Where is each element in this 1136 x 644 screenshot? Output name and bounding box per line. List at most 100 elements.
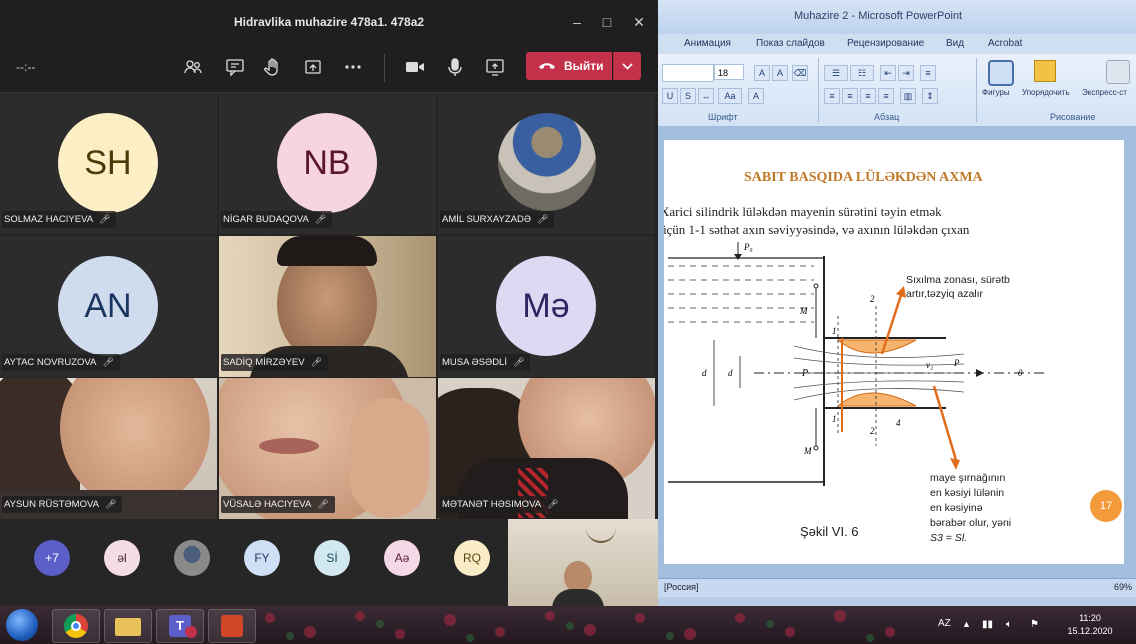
status-language[interactable]: [Россия] [664,582,699,592]
label-p-left: P [801,368,808,379]
microphone-icon[interactable] [444,56,466,78]
close-icon[interactable]: ✕ [628,12,650,32]
mic-off-icon: 🎤︎ [314,214,327,224]
share-screen-icon[interactable] [484,56,506,78]
windows-taskbar: T AZ ▲ ▮▮ 🔈︎ ⚑ 11:20 15.12.2020 [0,606,1136,644]
volume-icon[interactable]: 🔈︎ [1006,619,1012,630]
strikethrough-icon[interactable]: S [680,88,696,104]
align-right-icon[interactable]: ≡ [860,88,876,104]
participant-tile[interactable]: NB NİGAR BUDAQOVA 🎤︎ [219,93,436,234]
columns-icon[interactable]: ▥ [900,88,916,104]
line-spacing-icon[interactable]: ≡ [920,65,936,81]
shapes-button[interactable]: Фигуры [982,60,1018,106]
overflow-avatar[interactable]: RQ [454,540,490,576]
chevron-down-icon [622,63,633,70]
participant-video-tile[interactable]: AYSUN RÜSTƏMOVA 🎤︎ [0,378,217,519]
raise-hand-icon[interactable] [262,56,284,78]
network-icon[interactable]: ▮▮ [982,619,993,630]
start-button[interactable] [6,609,38,641]
share-tray-icon[interactable] [302,56,324,78]
explorer-icon[interactable] [104,609,152,643]
annotation-bottom-line2: en kəsiyi lülənin [930,487,1005,499]
font-name-field[interactable] [662,64,714,82]
participant-tile[interactable]: AN AYTAC NOVRUZOVA 🎤︎ [0,236,217,377]
p0-arrowhead [734,254,742,260]
show-hidden-icons-icon[interactable]: ▲ [962,619,971,629]
align-left-icon[interactable]: ≡ [824,88,840,104]
more-options-icon[interactable] [342,56,364,78]
participant-tile[interactable]: SH SOLMAZ HACIYEVA 🎤︎ [0,93,217,234]
leave-options-button[interactable] [613,52,641,80]
participant-name-tag: AMİL SURXAYZADƏ 🎤︎ [440,211,555,228]
text-direction-icon[interactable]: ⇕ [922,88,938,104]
participant-name-tag: MUSA ƏSƏDLİ 🎤︎ [440,354,531,371]
tab-slideshow[interactable]: Показ слайдов [756,38,825,49]
meeting-title: Hidravlika muhazire 478a1. 478a2 [233,15,425,29]
minimize-icon[interactable]: – [566,12,588,32]
align-center-icon[interactable]: ≡ [842,88,858,104]
participant-tile[interactable]: Mə MUSA ƏSƏDLİ 🎤︎ [438,236,655,377]
chrome-icon[interactable] [52,609,100,643]
maximize-icon[interactable]: □ [596,12,618,32]
status-zoom[interactable]: 69% [1114,582,1132,592]
more-participants-button[interactable]: +7 [34,540,70,576]
system-clock[interactable]: 11:20 15.12.2020 [1060,612,1120,638]
grow-font-icon[interactable]: A [754,65,770,81]
overflow-avatar[interactable]: Sİ [314,540,350,576]
numbering-icon[interactable]: ☷ [850,65,874,81]
participant-tile[interactable]: AMİL SURXAYZADƏ 🎤︎ [438,93,655,234]
font-color-icon[interactable]: A [748,88,764,104]
clear-format-icon[interactable]: ⌫ [792,65,808,81]
camera-icon[interactable] [404,56,426,78]
participants-icon[interactable] [182,56,204,78]
tab-view[interactable]: Вид [946,38,964,49]
justify-icon[interactable]: ≡ [878,88,894,104]
group-font-label: Шрифт [708,112,738,122]
nozzle-flow-diagram: P₀ M M 1 1 2 2 4 P v₂ P 0 d d [668,242,1044,486]
case-icon[interactable]: Aa [718,88,742,104]
tab-review[interactable]: Рецензирование [847,38,924,49]
indent-more-icon[interactable]: ⇥ [898,65,914,81]
quick-styles-button[interactable]: Экспресс-ст [1082,60,1136,106]
slide-number-badge: 17 [1090,490,1122,522]
teams-icon[interactable]: T [156,609,204,643]
overflow-avatar-photo[interactable] [174,540,210,576]
participant-video-tile[interactable]: VÜSALƏ HACIYEVA 🎤︎ [219,378,436,519]
label-1-top: 1 [832,326,837,336]
participant-name-tag: NİGAR BUDAQOVA 🎤︎ [221,211,333,228]
overflow-avatar[interactable]: Aə [384,540,420,576]
leave-button[interactable]: Выйти [526,52,612,80]
avatar: SH [58,113,158,213]
indent-less-icon[interactable]: ⇤ [880,65,896,81]
participant-video-tile[interactable]: SADİQ MİRZƏYEV 🎤︎ [219,236,436,377]
label-m-bottom: M [803,446,812,456]
participant-video-tile[interactable]: MƏTANƏT HƏSIMOVA 🎤︎ [438,378,655,519]
annotation-suction-line1: Sıxılma zonası, sürətb [906,274,1010,286]
avatar: NB [277,113,377,213]
taskbar-wallpaper-pattern [265,610,895,642]
powerpoint-icon[interactable] [208,609,256,643]
arrange-button[interactable]: Упорядочить [1022,60,1078,106]
overflow-avatar[interactable]: əl [104,540,140,576]
shapes-icon [988,60,1014,86]
tab-acrobat[interactable]: Acrobat [988,38,1022,49]
font-size-field[interactable]: 18 [714,64,744,80]
bullets-icon[interactable]: ☰ [824,65,848,81]
label-4: 4 [896,418,901,428]
self-video-preview[interactable] [508,519,658,606]
tank-dashes [668,265,814,323]
chat-icon[interactable] [224,56,246,78]
figure-caption: Şəkil VI. 6 [800,524,859,539]
overflow-avatar[interactable]: FY [244,540,280,576]
spacing-icon[interactable]: ↔ [698,88,714,104]
powerpoint-logo [221,615,243,637]
tab-animation[interactable]: Анимация [684,38,731,49]
participant-name-tag: SOLMAZ HACIYEVA 🎤︎ [2,211,117,228]
avatar-photo [498,113,596,211]
keyboard-language[interactable]: AZ [938,618,951,629]
avatar: Mə [496,256,596,356]
action-center-icon[interactable]: ⚑ [1030,619,1039,630]
shrink-font-icon[interactable]: A [772,65,788,81]
slide[interactable]: SABIT BASQIDA LÜLƏKDƏN AXMA Xarici silin… [664,140,1124,564]
underline-icon[interactable]: U [662,88,678,104]
